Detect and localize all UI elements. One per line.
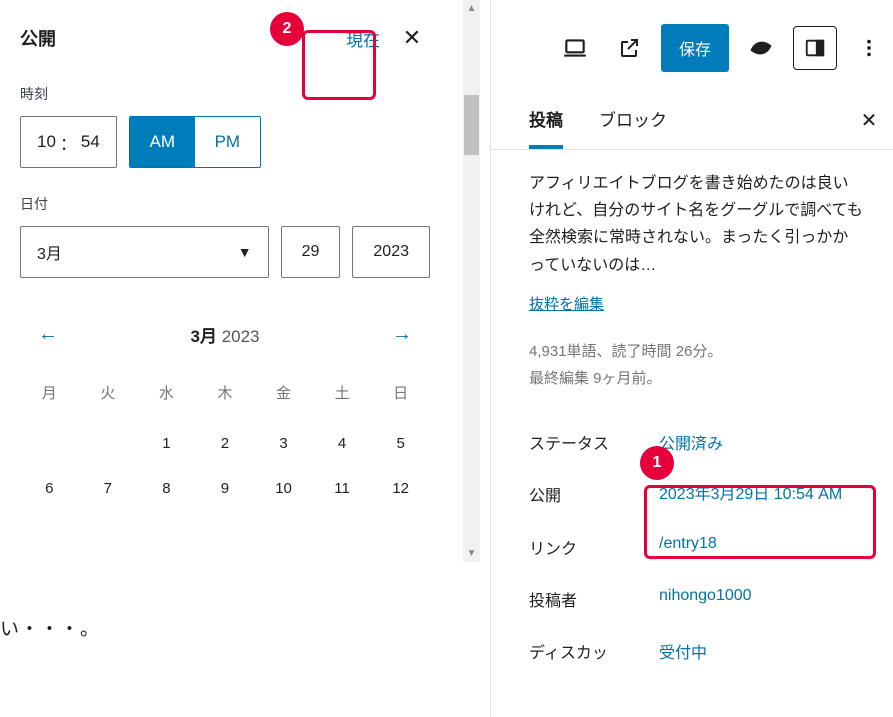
time-separator: ：: [60, 130, 77, 155]
month-select-value: 3月: [37, 240, 62, 264]
calendar-day[interactable]: 8: [137, 466, 196, 511]
last-edit-label: 最終編集 9ヶ月前。: [529, 365, 863, 392]
scrollbar-thumb[interactable]: [464, 95, 479, 155]
time-input[interactable]: 10 ： 54: [20, 116, 117, 168]
discussion-label: ディスカッ: [529, 639, 659, 663]
post-excerpt: アフィリエイトブログを書き始めたのは良いけれど、自分のサイト名をグーグルで調べて…: [529, 170, 863, 279]
settings-panel-toggle[interactable]: [793, 26, 837, 70]
link-label: リンク: [529, 535, 659, 559]
author-label: 投稿者: [529, 587, 659, 611]
arrow-left-icon: ←: [38, 323, 58, 346]
jetpack-icon: [747, 34, 775, 62]
status-label: ステータス: [529, 430, 659, 454]
calendar-day[interactable]: 7: [79, 466, 138, 511]
close-sidebar-button[interactable]: ✕: [849, 101, 889, 141]
ampm-toggle: AM PM: [129, 116, 261, 168]
calendar-month-label: 3月 2023: [190, 322, 259, 347]
calendar-day[interactable]: 10: [254, 466, 313, 511]
dow-header: 日: [371, 374, 430, 421]
popover-title: 公開: [20, 25, 56, 51]
laptop-icon: [562, 35, 588, 61]
close-icon: ✕: [403, 25, 421, 51]
date-label: 日付: [20, 194, 430, 214]
next-month-button[interactable]: →: [382, 314, 422, 354]
permalink-value[interactable]: /entry18: [659, 535, 863, 553]
minute-value: 54: [81, 132, 100, 152]
year-input[interactable]: 2023: [352, 226, 430, 278]
time-label: 時刻: [20, 84, 430, 104]
month-select[interactable]: 3月 ▼: [20, 226, 269, 278]
dow-header: 木: [196, 374, 255, 421]
calendar-day[interactable]: 5: [371, 421, 430, 466]
calendar-day[interactable]: 9: [196, 466, 255, 511]
dow-header: 金: [254, 374, 313, 421]
author-value[interactable]: nihongo1000: [659, 587, 863, 605]
scroll-down-arrow-icon[interactable]: ▼: [463, 545, 480, 562]
pm-button[interactable]: PM: [195, 117, 260, 167]
publish-datetime-popover: 公開 現在 ✕ 時刻 10 ： 54 AM PM 日付 3月: [0, 0, 450, 511]
publish-label: 公開: [529, 482, 659, 506]
calendar-day[interactable]: 3: [254, 421, 313, 466]
hour-value: 10: [37, 132, 56, 152]
discussion-value[interactable]: 受付中: [659, 639, 863, 663]
sidebar-inspector: 保存 投稿 ブロック ✕ アフィリエイトブログを書き始めたのは良いけれど、自分の…: [490, 0, 893, 717]
tab-post[interactable]: 投稿: [529, 92, 563, 149]
tab-block[interactable]: ブロック: [599, 92, 667, 149]
calendar-day[interactable]: 1: [137, 421, 196, 466]
save-button[interactable]: 保存: [661, 24, 729, 72]
publish-datetime-value[interactable]: 2023年3月29日 10:54 AM: [659, 482, 863, 508]
external-link-icon: [617, 36, 641, 60]
sidebar-icon: [804, 37, 826, 59]
body-paragraph: い・・・。: [0, 614, 100, 641]
day-input[interactable]: 29: [281, 226, 341, 278]
edit-excerpt-link[interactable]: 抜粋を編集: [529, 296, 604, 313]
status-value[interactable]: 公開済み: [659, 430, 863, 454]
close-icon: ✕: [861, 108, 878, 133]
dow-header: 土: [313, 374, 372, 421]
calendar-day[interactable]: 2: [196, 421, 255, 466]
more-vertical-icon: [858, 37, 880, 59]
arrow-right-icon: →: [392, 323, 412, 346]
dow-header: 水: [137, 374, 196, 421]
am-button[interactable]: AM: [130, 117, 195, 167]
scroll-up-arrow-icon[interactable]: ▲: [463, 0, 480, 17]
dow-header: 月: [20, 374, 79, 421]
calendar-grid: 月 火 水 木 金 土 日 1 2 3 4 5: [20, 374, 430, 511]
word-count-label: 4,931単語、読了時間 26分。: [529, 338, 863, 365]
calendar-day[interactable]: 6: [20, 466, 79, 511]
calendar-day[interactable]: 4: [313, 421, 372, 466]
open-external-button[interactable]: [607, 26, 651, 70]
set-now-link[interactable]: 現在: [346, 26, 380, 51]
chevron-down-icon: ▼: [238, 244, 252, 260]
calendar-day[interactable]: [79, 421, 138, 466]
calendar-day[interactable]: [20, 421, 79, 466]
jetpack-button[interactable]: [739, 26, 783, 70]
calendar-day[interactable]: 12: [371, 466, 430, 511]
device-preview-button[interactable]: [553, 26, 597, 70]
close-popover-button[interactable]: ✕: [394, 20, 430, 56]
calendar-day[interactable]: 11: [313, 466, 372, 511]
dow-header: 火: [79, 374, 138, 421]
more-options-button[interactable]: [847, 26, 891, 70]
scrollbar-vertical[interactable]: ▲ ▼: [463, 0, 480, 562]
prev-month-button[interactable]: ←: [28, 314, 68, 354]
